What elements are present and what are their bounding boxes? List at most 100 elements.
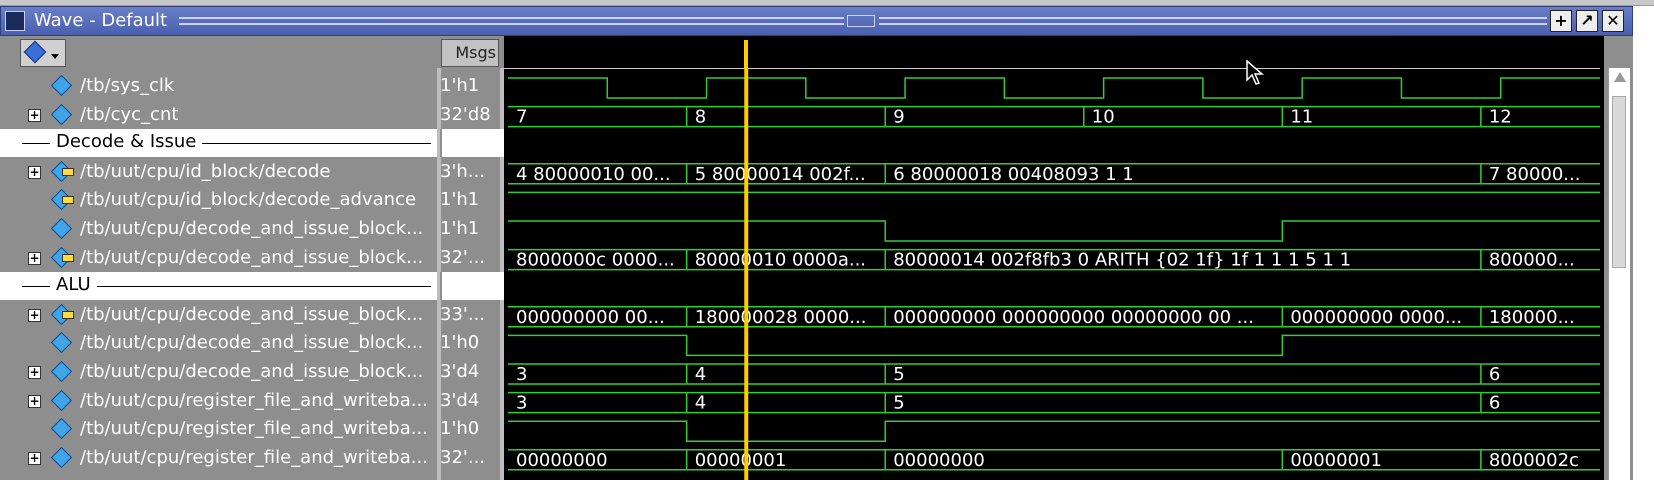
divider-line: [22, 286, 50, 288]
title-grip-line-right-2[interactable]: [879, 23, 1547, 25]
undock-button[interactable]: ↗: [1576, 10, 1598, 32]
bus-value-label: 7 80000...: [1489, 164, 1581, 185]
waveform-svg[interactable]: 7 8 9 10 11 12 4 80000010 00... 5 80000014 002f…: [504, 68, 1604, 480]
divider-line-right: [202, 143, 431, 145]
bus-value-label: 3: [516, 393, 527, 414]
clock-wave: [508, 77, 1600, 99]
signal-value: 3'd4: [440, 389, 480, 411]
bus-value-label: 00000001: [695, 450, 787, 471]
signal-row[interactable]: + /tb/uut/cpu/decode_and_issue_block...: [0, 244, 437, 272]
bus-value-label: 10: [1092, 107, 1115, 128]
wire-icon: [50, 389, 73, 411]
expand-icon[interactable]: +: [28, 251, 41, 265]
bus-segment: [884, 391, 1481, 414]
wire-icon: [50, 446, 73, 468]
signal-row[interactable]: /tb/uut/cpu/register_file_and_writeba...: [0, 415, 437, 443]
expand-icon[interactable]: +: [28, 165, 41, 179]
bus-segment: [884, 105, 1084, 128]
divider-label: Decode & Issue: [56, 131, 197, 153]
signal-row[interactable]: + /tb/uut/cpu/register_file_and_writeba..…: [0, 444, 437, 472]
signal-row[interactable]: /tb/uut/cpu/decode_and_issue_block...: [0, 215, 437, 243]
struct-arrow-icon: [62, 196, 74, 205]
title-grip-line-right[interactable]: [879, 17, 1547, 19]
bus-value-label: 12: [1489, 107, 1512, 128]
signal-name: /tb/uut/cpu/decode_and_issue_block...: [80, 361, 424, 382]
bus-value-label: 800000...: [1489, 250, 1575, 271]
signal-value: 1'h0: [440, 332, 480, 354]
bus-value-label: 00000000: [893, 450, 985, 471]
bus-value-label: 5: [893, 393, 904, 414]
signal-value: 32'...: [440, 246, 486, 268]
divider-row[interactable]: Decode & Issue: [0, 129, 437, 158]
signal-value: 3'h...: [440, 160, 485, 182]
signal-row[interactable]: /tb/sys_clk: [0, 72, 437, 100]
bus-value-label: 000000000 0000...: [1290, 307, 1462, 328]
bus-segment: [884, 363, 1481, 385]
divider-wave-gap: [504, 272, 1600, 301]
bus-value-label: 00000001: [1290, 450, 1382, 471]
bus-segment: [685, 363, 886, 385]
bus-value-label: 00000000: [516, 450, 608, 471]
struct-arrow-icon: [62, 310, 74, 319]
bit-wave: [508, 420, 1600, 442]
expand-icon[interactable]: +: [28, 308, 41, 322]
window-title: Wave - Default: [34, 10, 168, 31]
signal-row[interactable]: /tb/uut/cpu/id_block/decode_advance: [0, 186, 437, 214]
signal-name: /tb/uut/cpu/decode_and_issue_block...: [80, 246, 424, 268]
display-options-button[interactable]: [20, 39, 66, 67]
expand-icon[interactable]: +: [28, 366, 41, 379]
bus-value-label: 11: [1290, 107, 1313, 128]
signal-value: 1'h1: [440, 189, 480, 211]
bus-value-label: 9: [893, 107, 904, 128]
wire-icon: [50, 332, 73, 354]
dropdown-arrow-icon: [51, 54, 59, 59]
wire-icon: [50, 217, 73, 240]
bus-value-label: 80000014 002f8fb3 0 ARITH {02 1f} 1f 1 1…: [893, 250, 1351, 271]
bus-value-label: 180000...: [1489, 307, 1575, 328]
signal-value: 1'h1: [440, 218, 480, 239]
signal-row[interactable]: + /tb/uut/cpu/decode_and_issue_block...: [0, 301, 437, 329]
signal-name: /tb/uut/cpu/decode_and_issue_block...: [80, 303, 424, 325]
signal-row[interactable]: + /tb/uut/cpu/id_block/decode: [0, 158, 437, 186]
struct-arrow-icon: [62, 167, 74, 176]
divider-row[interactable]: ALU: [0, 272, 437, 301]
bus-value-label: 6: [1489, 364, 1500, 385]
signal-name: /tb/uut/cpu/id_block/decode_advance: [80, 189, 417, 211]
bus-value-label: 8000002c: [1489, 450, 1579, 471]
expand-icon[interactable]: +: [28, 108, 41, 122]
signal-value: 32'...: [440, 446, 486, 468]
bus-value-label: 3: [516, 364, 527, 385]
bus-segment: [685, 105, 886, 128]
signal-row[interactable]: + /tb/uut/cpu/decode_and_issue_block...: [0, 358, 437, 386]
title-grip-handle[interactable]: [847, 15, 875, 27]
signal-value: 33'...: [440, 303, 486, 325]
scrollbar-thumb[interactable]: [1612, 96, 1626, 268]
scroll-up-icon[interactable]: [1614, 72, 1626, 82]
expand-icon[interactable]: +: [28, 451, 41, 465]
bus-value-label: 000000000 000000000 00000000 00 ...: [893, 307, 1254, 328]
bit-wave: [508, 334, 1600, 357]
bus-value-label: 8: [695, 107, 706, 128]
signal-row[interactable]: + /tb/cyc_cnt: [0, 101, 437, 129]
bus-segment: [508, 105, 687, 128]
expand-icon[interactable]: +: [28, 394, 41, 408]
divider-line: [22, 143, 50, 145]
signal-name: /tb/sys_clk: [80, 75, 175, 96]
title-bar[interactable]: Wave - Default + ↗ ✕: [0, 6, 1633, 36]
add-pane-button[interactable]: +: [1550, 10, 1572, 32]
signal-name: /tb/uut/cpu/register_file_and_writeba...: [80, 446, 428, 468]
bus-value-label: 000000000 00...: [516, 307, 665, 328]
close-button[interactable]: ✕: [1602, 10, 1624, 32]
signal-name: /tb/uut/cpu/decode_and_issue_block...: [80, 332, 424, 354]
time-cursor-head[interactable]: [744, 40, 749, 68]
title-grip-line-left[interactable]: [179, 17, 844, 19]
bus-value-label: 5 80000014 002f...: [695, 164, 866, 185]
signal-row[interactable]: + /tb/uut/cpu/register_file_and_writeba..…: [0, 387, 437, 415]
wire-icon: [50, 103, 73, 125]
signal-row[interactable]: /tb/uut/cpu/decode_and_issue_block...: [0, 329, 437, 357]
title-grip-line-left-2[interactable]: [179, 23, 844, 25]
bus-segment: [508, 363, 687, 385]
signal-value: 32'd8: [440, 103, 491, 125]
layers-icon: [23, 40, 47, 64]
bus-value-label: 4: [695, 393, 706, 414]
